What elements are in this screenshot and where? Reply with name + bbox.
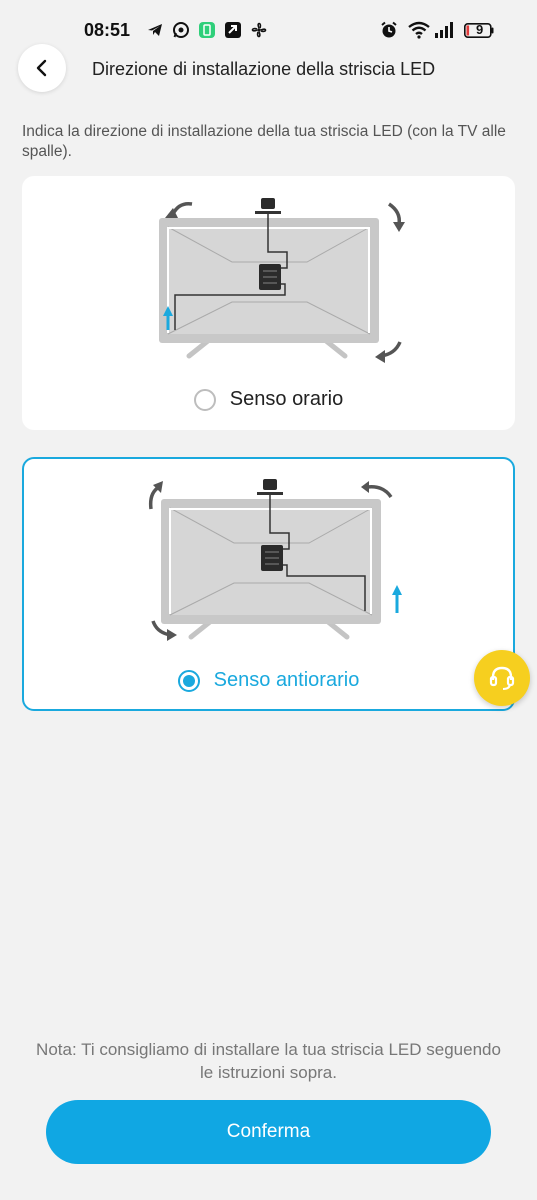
fan-icon (251, 22, 267, 38)
option-row-counterclockwise[interactable]: Senso antiorario (24, 669, 513, 692)
tv-clockwise-diagram (159, 198, 405, 363)
option-row-clockwise[interactable]: Senso orario (22, 388, 515, 411)
note-text: Nota: Ti consigliamo di installare la tu… (36, 1040, 501, 1082)
alarm-icon (381, 21, 397, 38)
confirm-button[interactable]: Conferma (46, 1100, 491, 1164)
headset-icon (489, 666, 515, 690)
support-button[interactable] (474, 650, 530, 706)
battery-level: 9 (476, 22, 484, 37)
back-button[interactable] (18, 44, 66, 92)
option-label-clockwise: Senso orario (229, 388, 344, 410)
telegram-icon (148, 24, 162, 36)
status-bar: 08:51 9 (0, 0, 537, 60)
wifi-icon (408, 21, 430, 39)
option-card-clockwise[interactable]: Senso orario (22, 176, 515, 430)
whatsapp-icon (173, 22, 189, 38)
chevron-left-icon (36, 59, 47, 77)
tv-counterclockwise-diagram (148, 479, 402, 641)
option-card-counterclockwise[interactable]: Senso antiorario (22, 457, 515, 711)
app-icon (225, 22, 241, 38)
signal-icon (435, 22, 453, 38)
sim-app-icon (199, 22, 215, 38)
instruction-text: Indica la direzione di installazione del… (22, 123, 506, 160)
option-label-counterclockwise: Senso antiorario (213, 669, 360, 691)
page-title: Direzione di installazione della strisci… (92, 59, 436, 79)
status-time: 08:51 (84, 20, 131, 40)
radio-clockwise[interactable] (193, 388, 216, 411)
radio-counterclockwise[interactable] (177, 669, 200, 692)
